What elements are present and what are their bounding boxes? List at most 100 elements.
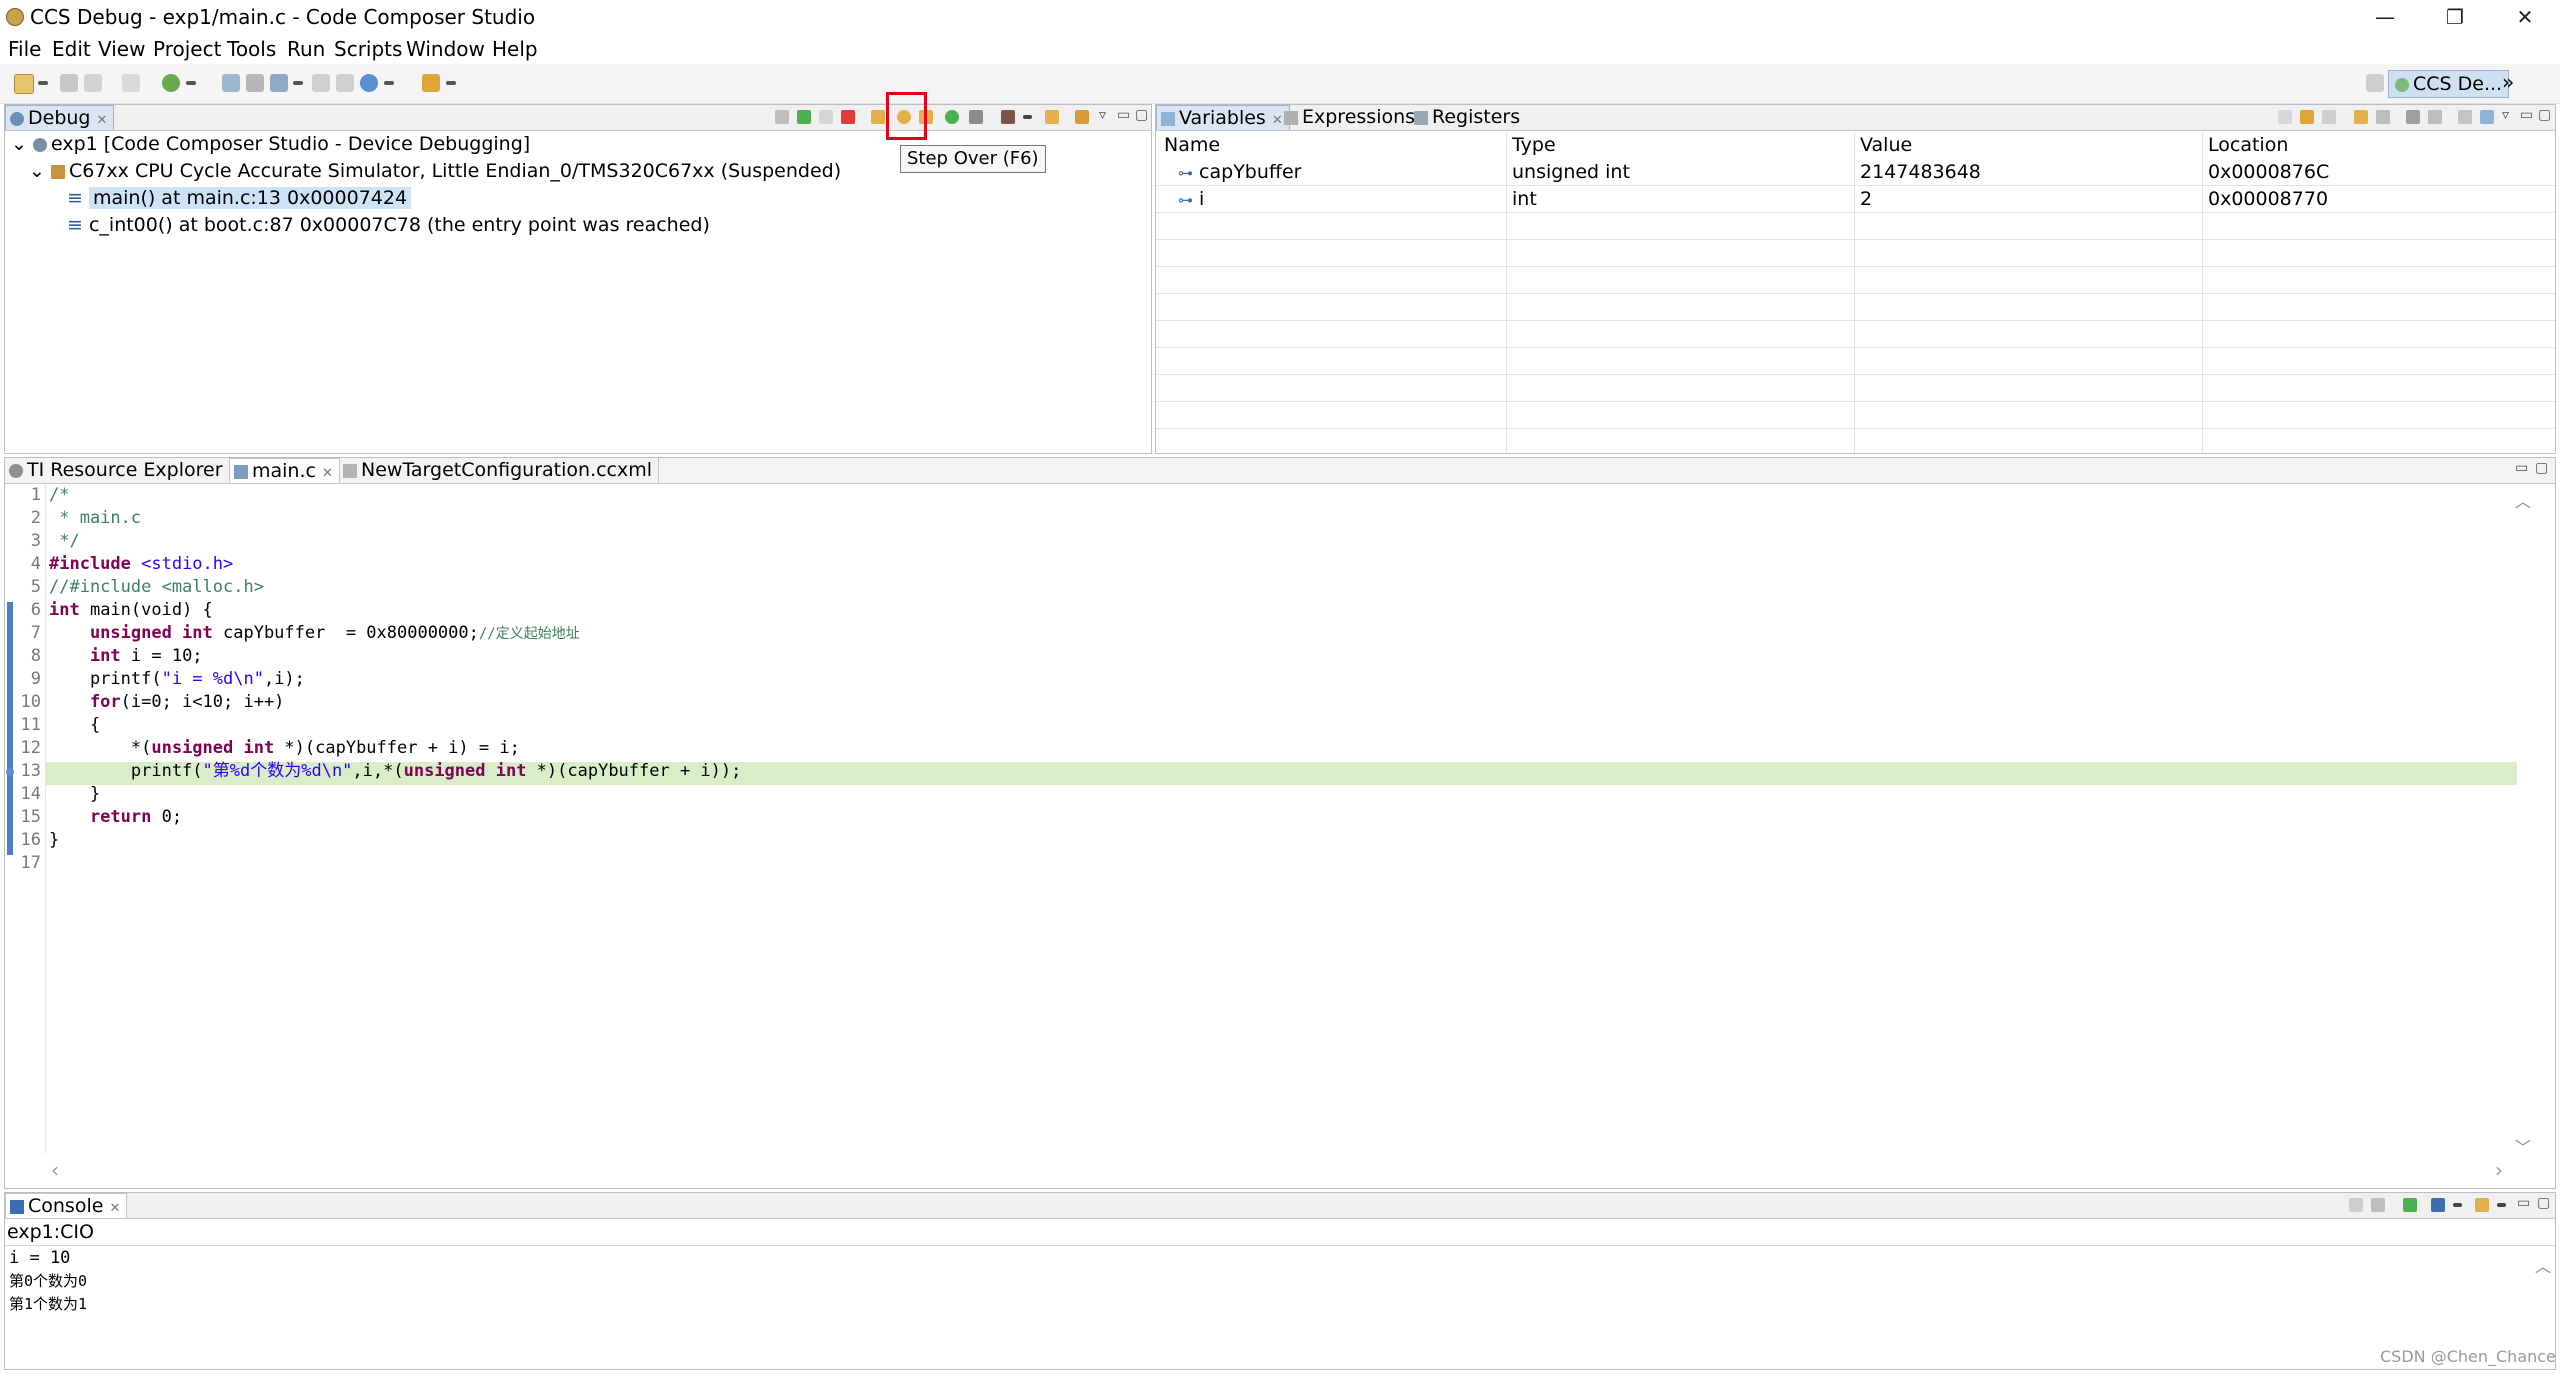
- close-icon[interactable]: ✕: [109, 1201, 120, 1216]
- assembly-step-into-icon[interactable]: [969, 110, 983, 124]
- tab-registers[interactable]: Registers: [1410, 105, 1526, 130]
- code-line[interactable]: //#include <malloc.h>: [49, 576, 264, 599]
- scroll-right-icon[interactable]: ›: [2495, 1158, 2503, 1182]
- new-view-icon[interactable]: [2458, 110, 2472, 124]
- build-icon[interactable]: [162, 74, 180, 92]
- code-line-current[interactable]: printf("第%d个数为%d\n",i,*(unsigned int *)(…: [49, 760, 742, 783]
- perspective-overflow-button[interactable]: »: [2502, 70, 2514, 94]
- column-header-name[interactable]: Name: [1164, 132, 1220, 158]
- expand-chevron-icon[interactable]: ⌄: [11, 133, 27, 155]
- column-header-type[interactable]: Type: [1512, 132, 1556, 158]
- code-line[interactable]: printf("i = %d\n",i);: [49, 668, 305, 691]
- collapse-all-icon[interactable]: [2322, 110, 2336, 124]
- minimize-view-icon[interactable]: ▭: [2520, 107, 2533, 123]
- table-row[interactable]: ⊶ i: [1178, 186, 1204, 213]
- menu-edit[interactable]: Edit: [52, 34, 91, 64]
- open-console-dropdown-icon[interactable]: [2497, 1203, 2506, 1207]
- close-button[interactable]: ✕: [2490, 0, 2560, 34]
- clear-console-icon[interactable]: [2349, 1198, 2363, 1212]
- scroll-down-icon[interactable]: ﹀: [2515, 1134, 2531, 1158]
- minimize-button[interactable]: —: [2350, 0, 2420, 34]
- pin-console-icon[interactable]: [2403, 1198, 2417, 1212]
- menu-project[interactable]: Project: [153, 34, 221, 64]
- print-icon[interactable]: [122, 74, 140, 92]
- maximize-view-icon[interactable]: ▢: [2538, 107, 2551, 123]
- restart-target-icon[interactable]: [1045, 110, 1059, 124]
- external-tools-dropdown-icon[interactable]: [446, 81, 456, 85]
- table-row[interactable]: ⊶ capYbuffer: [1178, 159, 1302, 186]
- connect-icon[interactable]: [246, 74, 264, 92]
- code-line[interactable]: */: [49, 530, 79, 553]
- code-line[interactable]: /*: [49, 484, 69, 507]
- reset-dropdown-icon[interactable]: [1023, 115, 1032, 119]
- build-dropdown-icon[interactable]: [186, 81, 196, 85]
- tab-debug[interactable]: Debug ✕: [5, 105, 115, 130]
- code-line[interactable]: }: [49, 829, 59, 852]
- scroll-up-icon[interactable]: ︿: [2535, 1253, 2551, 1277]
- copy-icon[interactable]: [2428, 110, 2442, 124]
- scroll-left-icon[interactable]: ‹: [51, 1158, 59, 1182]
- close-icon[interactable]: ✕: [96, 113, 107, 128]
- scroll-up-icon[interactable]: ︿: [2515, 488, 2531, 512]
- chevron-down-icon[interactable]: ▿: [2502, 107, 2509, 123]
- resume-icon[interactable]: [797, 110, 811, 124]
- terminate-icon[interactable]: [841, 110, 855, 124]
- load-dropdown-icon[interactable]: [293, 81, 303, 85]
- menu-tools[interactable]: Tools: [227, 34, 276, 64]
- new-dropdown-icon[interactable]: [38, 81, 48, 85]
- suspend-icon[interactable]: [819, 110, 833, 124]
- save-all-icon[interactable]: [84, 74, 102, 92]
- display-console-icon[interactable]: [2431, 1198, 2445, 1212]
- pin-icon[interactable]: [2480, 110, 2494, 124]
- reset-cpu-icon[interactable]: [1001, 110, 1015, 124]
- column-header-location[interactable]: Location: [2208, 132, 2288, 158]
- scroll-lock-icon[interactable]: [2371, 1198, 2385, 1212]
- tab-variables[interactable]: Variables ✕: [1156, 105, 1290, 130]
- menu-run[interactable]: Run: [287, 34, 325, 64]
- view-menu-icon[interactable]: [1075, 110, 1089, 124]
- show-logical-structure-icon[interactable]: [2300, 110, 2314, 124]
- reset-icon[interactable]: [336, 74, 354, 92]
- tree-cpu-row[interactable]: ⌄ C67xx CPU Cycle Accurate Simulator, Li…: [29, 158, 841, 184]
- code-line[interactable]: unsigned int capYbuffer = 0x80000000;//定…: [49, 622, 580, 646]
- restart-icon[interactable]: [312, 74, 330, 92]
- maximize-button[interactable]: ❐: [2420, 0, 2490, 34]
- minimize-view-icon[interactable]: ▭: [1117, 107, 1130, 123]
- code-line[interactable]: #include <stdio.h>: [49, 553, 233, 576]
- column-header-value[interactable]: Value: [1860, 132, 1912, 158]
- tab-console[interactable]: Console ✕: [5, 1193, 128, 1218]
- code-line[interactable]: {: [49, 714, 100, 737]
- external-tools-icon[interactable]: [422, 74, 440, 92]
- debug-dropdown-icon[interactable]: [384, 81, 394, 85]
- menu-view[interactable]: View: [98, 34, 145, 64]
- maximize-view-icon[interactable]: ▢: [1135, 107, 1148, 123]
- code-line[interactable]: for(i=0; i<10; i++): [49, 691, 284, 714]
- close-icon[interactable]: ✕: [322, 466, 333, 481]
- show-type-names-icon[interactable]: [2278, 110, 2292, 124]
- remove-global-icon[interactable]: [2376, 110, 2390, 124]
- assembly-step-over-icon[interactable]: [945, 110, 959, 124]
- add-global-variables-icon[interactable]: [2354, 110, 2368, 124]
- step-into-icon[interactable]: [871, 110, 885, 124]
- chevron-down-icon[interactable]: ▿: [1099, 107, 1106, 123]
- code-line[interactable]: int main(void) {: [49, 599, 213, 622]
- tab-expressions[interactable]: Expressions: [1280, 105, 1421, 130]
- tree-project-row[interactable]: ⌄ exp1 [Code Composer Studio - Device De…: [11, 131, 530, 157]
- menu-help[interactable]: Help: [492, 34, 538, 64]
- tree-frame-main[interactable]: ≡ main() at main.c:13 0x00007424: [67, 185, 412, 211]
- tab-ti-resource-explorer[interactable]: TI Resource Explorer: [5, 458, 229, 483]
- variable-value[interactable]: 2: [1860, 186, 1872, 212]
- code-line[interactable]: *(unsigned int *)(capYbuffer + i) = i;: [49, 737, 520, 760]
- minimize-view-icon[interactable]: ▭: [2517, 1195, 2530, 1211]
- expand-chevron-icon[interactable]: ⌄: [29, 160, 45, 182]
- perspective-ccs-debug-button[interactable]: CCS De...: [2388, 70, 2510, 98]
- code-line[interactable]: }: [49, 783, 100, 806]
- open-perspective-icon[interactable]: [2366, 74, 2384, 92]
- new-icon[interactable]: [14, 74, 34, 94]
- code-line[interactable]: int i = 10;: [49, 645, 203, 668]
- variable-value[interactable]: 2147483648: [1860, 159, 1981, 185]
- maximize-view-icon[interactable]: ▢: [2537, 1195, 2550, 1211]
- save-icon[interactable]: [60, 74, 78, 92]
- display-console-dropdown-icon[interactable]: [2453, 1203, 2462, 1207]
- remove-terminated-icon[interactable]: [775, 110, 789, 124]
